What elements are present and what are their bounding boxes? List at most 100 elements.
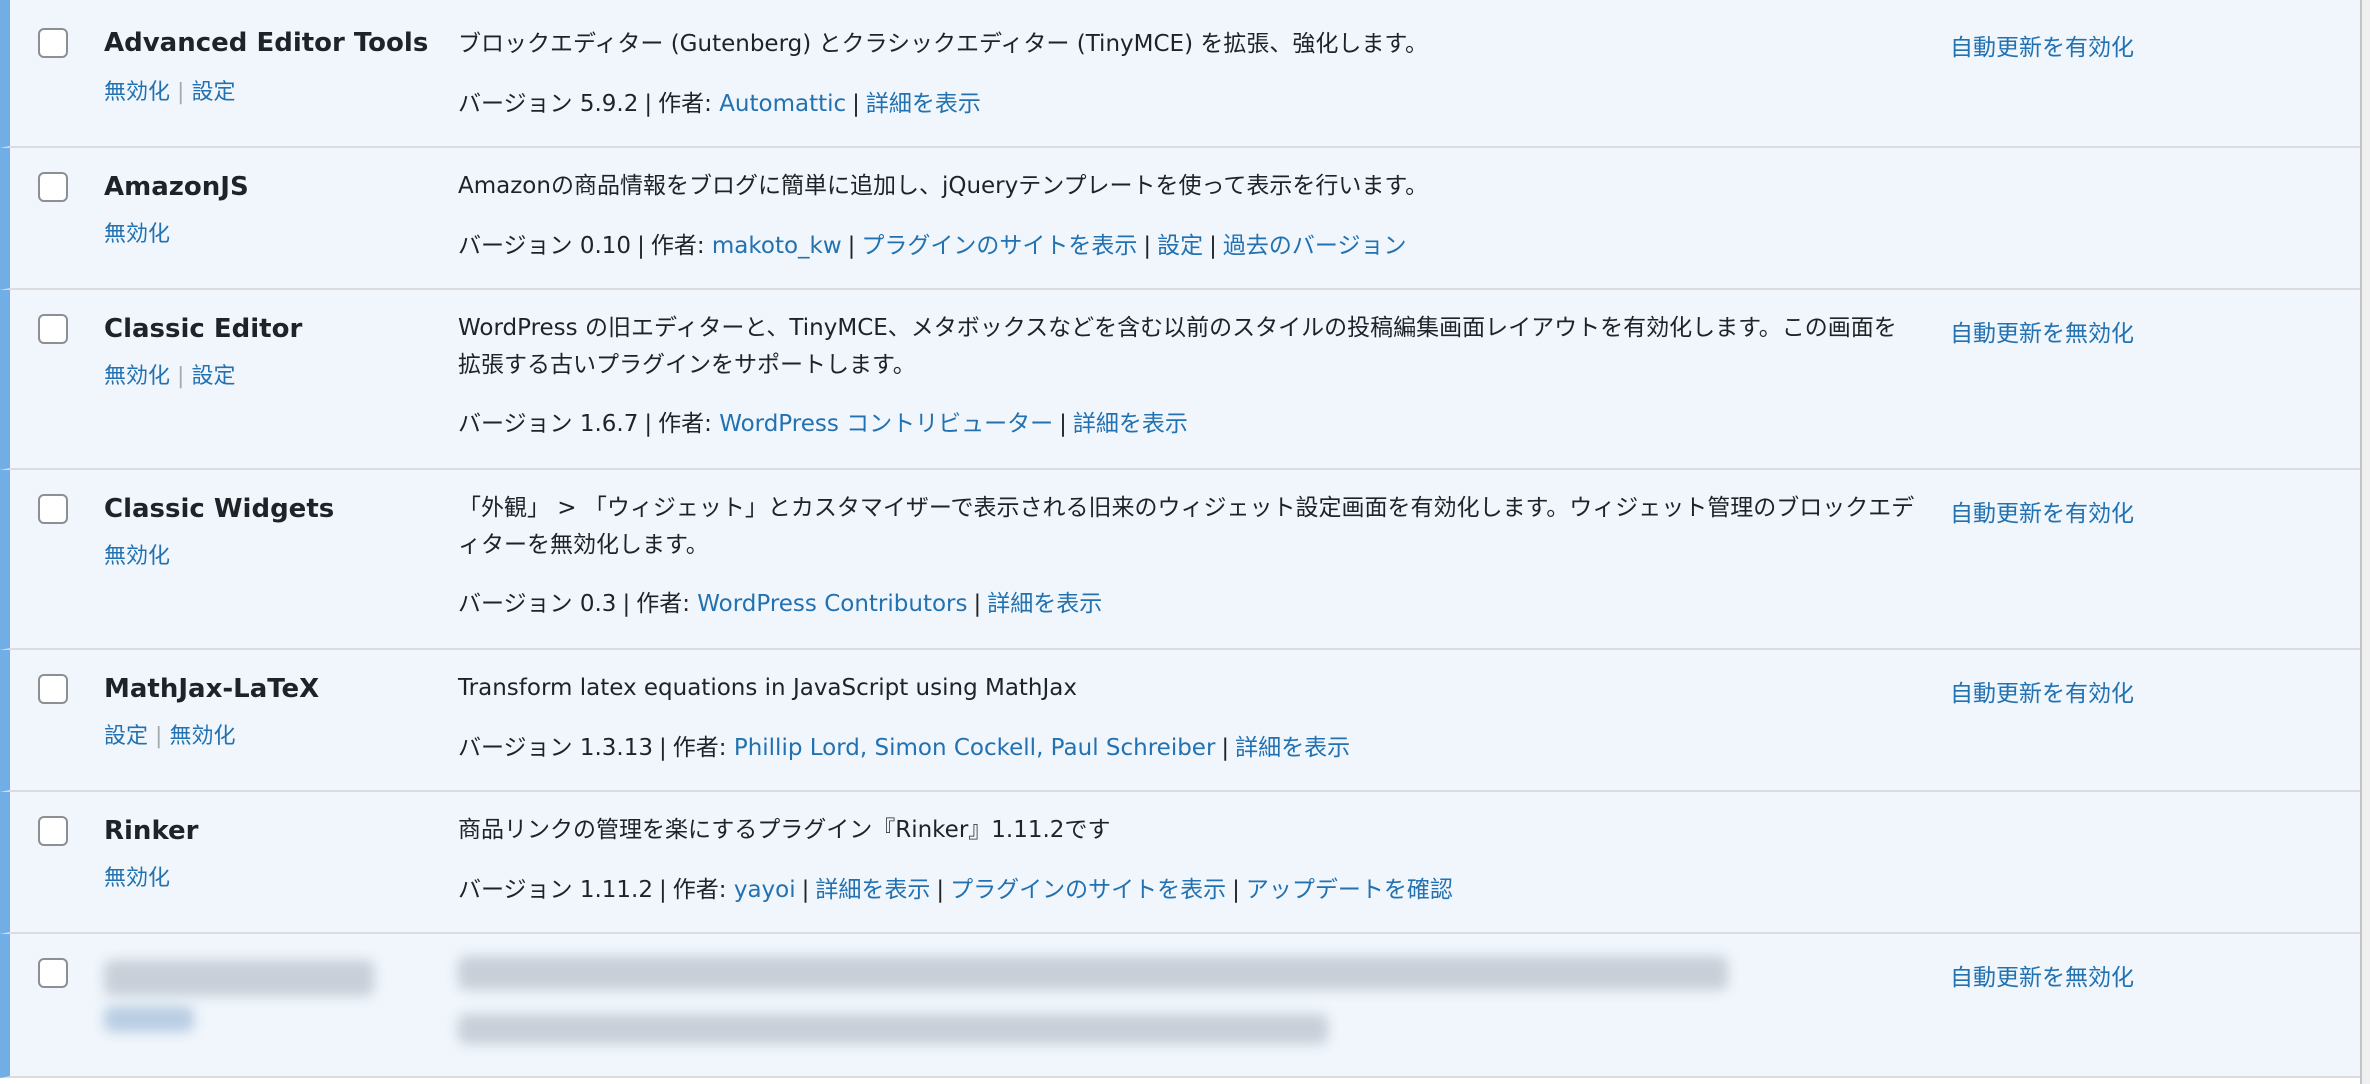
plugin-meta: バージョン 1.3.13 | 作者: Phillip Lord, Simon Coc… [458, 728, 1350, 762]
auto-update-link[interactable]: 自動更新を無効化 [1950, 314, 2134, 348]
version-text: バージョン 0.3 [458, 591, 617, 617]
separator: | [177, 364, 185, 389]
separator: | [1221, 735, 1230, 761]
separator: | [637, 233, 645, 259]
plugin-meta: バージョン 0.10 | 作者: makoto_kw | プラグインのサイトを表示 | 設定… [458, 226, 1406, 260]
separator: | [801, 877, 810, 903]
plugin-meta: バージョン 1.11.2 | 作者: yayoi | 詳細を表示 | プラグインのサイトを表… [458, 870, 1453, 904]
plugin-name: AmazonJS [104, 172, 249, 202]
separator: | [973, 591, 982, 617]
separator: | [1059, 411, 1067, 437]
plugin-actions: 無効化 [104, 216, 170, 248]
deactivate-link[interactable]: 無効化 [104, 544, 170, 569]
version-text: バージョン 5.9.2 [458, 91, 639, 117]
separator: | [177, 80, 185, 105]
settings-link[interactable]: 設定 [191, 80, 235, 105]
blurred-actions [104, 1006, 194, 1032]
plugin-description: WordPress の旧エディターと、TinyMCE、メタボックスなどを含む以前… [458, 315, 1897, 378]
author-link[interactable]: WordPress コントリビューター [719, 411, 1053, 437]
version-text: バージョン 1.6.7 [458, 411, 639, 437]
author-link[interactable]: Automattic [719, 91, 846, 117]
separator: | [622, 591, 631, 617]
plugin-name: MathJax-LaTeX [104, 674, 320, 704]
view-details-link[interactable]: 詳細を表示 [815, 877, 930, 903]
auto-update-link[interactable]: 自動更新を有効化 [1950, 674, 2134, 708]
plugin-actions: 設定 | 無効化 [104, 718, 235, 750]
plugin-row: Classic Editor 無効化 | 設定 WordPress の旧エディターと… [0, 290, 2360, 470]
plugin-description: Amazonの商品情報をブログに簡単に追加し、jQueryテンプレートを使って表… [458, 173, 1429, 199]
separator: | [1209, 233, 1217, 259]
plugin-actions: 無効化 [104, 860, 170, 892]
view-details-link[interactable]: 詳細を表示 [1073, 411, 1188, 437]
author-label: 作者: [658, 91, 712, 117]
deactivate-link[interactable]: 無効化 [104, 364, 170, 389]
plugin-row: Classic Widgets 無効化 「外観」 > 「ウィジェット」とカスタマ… [0, 470, 2360, 650]
auto-update-link[interactable]: 自動更新を有効化 [1950, 494, 2134, 528]
separator: | [659, 735, 667, 761]
plugin-row: Rinker 無効化 商品リンクの管理を楽にするプラグイン『Rinker』1.1… [0, 792, 2360, 934]
plugin-description: 商品リンクの管理を楽にするプラグイン『Rinker』1.11.2です [458, 817, 1111, 843]
separator: | [644, 91, 653, 117]
version-text: バージョン 1.11.2 [458, 877, 654, 903]
plugins-table: Advanced Editor Tools 無効化 | 設定 ブロックエディター (… [0, 0, 2362, 1084]
deactivate-link[interactable]: 無効化 [104, 80, 170, 105]
plugin-actions: 無効化 [104, 538, 170, 570]
plugin-actions: 無効化 | 設定 [104, 74, 235, 106]
separator: | [659, 877, 667, 903]
blurred-meta [458, 1014, 1328, 1044]
plugin-checkbox[interactable] [38, 28, 68, 58]
author-link[interactable]: yayoi [734, 877, 796, 903]
plugin-name: Classic Widgets [104, 494, 335, 524]
settings-link[interactable]: 設定 [1157, 233, 1203, 259]
author-label: 作者: [672, 877, 727, 903]
plugin-name: Advanced Editor Tools [104, 28, 429, 58]
plugin-description: 「外観」 > 「ウィジェット」とカスタマイザーで表示される旧来のウィジェット設定… [458, 495, 1915, 558]
deactivate-link[interactable]: 無効化 [169, 724, 235, 749]
author-label: 作者: [658, 411, 712, 437]
settings-link[interactable]: 設定 [191, 364, 235, 389]
version-text: バージョン 1.3.13 [458, 735, 654, 761]
author-link[interactable]: Phillip Lord, Simon Cockell, Paul Schrei… [734, 735, 1216, 761]
author-label: 作者: [650, 233, 705, 259]
plugin-checkbox[interactable] [38, 494, 68, 524]
deactivate-link[interactable]: 無効化 [104, 866, 170, 891]
deactivate-link[interactable]: 無効化 [104, 222, 170, 247]
plugin-meta: バージョン 1.6.7 | 作者: WordPress コントリビューター | 詳細を表… [458, 404, 1188, 438]
settings-link[interactable]: 設定 [104, 724, 148, 749]
plugin-row: MathJax-LaTeX 設定 | 無効化 Transform latex equ… [0, 650, 2360, 792]
check-update-link[interactable]: アップデートを確認 [1246, 877, 1453, 903]
plugin-checkbox[interactable] [38, 314, 68, 344]
plugin-checkbox[interactable] [38, 172, 68, 202]
author-label: 作者: [672, 735, 727, 761]
separator: | [644, 411, 653, 437]
plugin-row: Advanced Editor Tools 無効化 | 設定 ブロックエディター (… [0, 0, 2360, 148]
blurred-description [458, 956, 1728, 990]
separator: | [936, 877, 945, 903]
version-text: バージョン 0.10 [458, 233, 632, 259]
plugin-name: Classic Editor [104, 314, 303, 344]
author-link[interactable]: WordPress Contributors [697, 591, 967, 617]
auto-update-link[interactable]: 自動更新を無効化 [1950, 958, 2134, 992]
author-link[interactable]: makoto_kw [712, 233, 842, 259]
past-versions-link[interactable]: 過去のバージョン [1223, 233, 1407, 259]
plugin-description: Transform latex equations in JavaScript … [458, 675, 1078, 701]
plugin-checkbox[interactable] [38, 816, 68, 846]
plugin-meta: バージョン 0.3 | 作者: WordPress Contributors | 詳細を… [458, 584, 1102, 618]
separator: | [1143, 233, 1152, 259]
plugin-site-link[interactable]: プラグインのサイトを表示 [861, 233, 1137, 259]
plugin-site-link[interactable]: プラグインのサイトを表示 [950, 877, 1226, 903]
separator: | [155, 724, 163, 749]
plugin-checkbox[interactable] [38, 958, 68, 988]
view-details-link[interactable]: 詳細を表示 [1235, 735, 1350, 761]
view-details-link[interactable]: 詳細を表示 [866, 91, 981, 117]
plugin-name: Rinker [104, 816, 199, 846]
plugin-description: ブロックエディター (Gutenberg) とクラシックエディター (TinyM… [458, 31, 1429, 57]
blurred-name [104, 960, 374, 996]
plugin-row-blurred: 自動更新を無効化 [0, 934, 2360, 1078]
plugin-checkbox[interactable] [38, 674, 68, 704]
plugin-row: AmazonJS 無効化 Amazonの商品情報をブログに簡単に追加し、jQue… [0, 148, 2360, 290]
auto-update-link[interactable]: 自動更新を有効化 [1950, 28, 2134, 62]
separator: | [852, 91, 860, 117]
plugin-actions: 無効化 | 設定 [104, 358, 235, 390]
view-details-link[interactable]: 詳細を表示 [987, 591, 1102, 617]
